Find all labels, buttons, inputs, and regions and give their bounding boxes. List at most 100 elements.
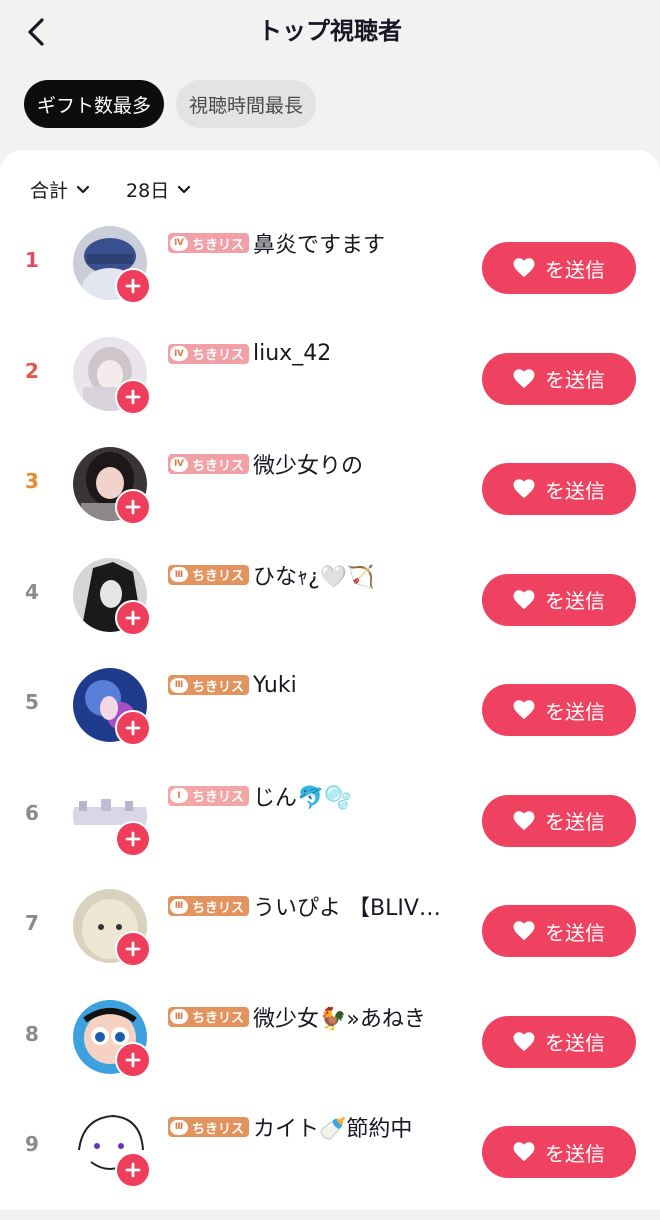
- viewer-name-line: Ⅲ ちきリス カイト🍼節約中: [168, 1112, 478, 1142]
- list-item: 3 Ⅳ ちきリス 微少女りの を送信: [0, 447, 660, 557]
- range-filter-label: 28日: [126, 180, 170, 202]
- plus-icon: [125, 1162, 141, 1178]
- send-heart-button[interactable]: を送信: [482, 573, 636, 626]
- tab-most-gifts[interactable]: ギフト数最多: [24, 80, 165, 128]
- viewer-username[interactable]: ひなｬ¿🤍🏹: [253, 560, 374, 590]
- viewer-name-line: Ⅳ ちきリス 微少女りの: [168, 449, 478, 479]
- plus-icon: [125, 610, 141, 625]
- badge-label: ちきリス: [192, 900, 245, 916]
- follow-button[interactable]: [115, 378, 151, 415]
- send-label: を送信: [545, 810, 605, 834]
- fan-level-badge: Ⅳ ちきリス: [168, 454, 250, 474]
- send-heart-button[interactable]: を送信: [482, 352, 636, 405]
- heart-icon: [513, 921, 535, 941]
- page-title: トップ視聴者: [258, 17, 402, 45]
- viewer-name-line: Ⅲ ちきリス 微少女🐓»あねき: [168, 1002, 478, 1032]
- send-label: を送信: [545, 257, 605, 282]
- send-label: を送信: [545, 1141, 605, 1166]
- heart-icon: [513, 258, 535, 278]
- heart-icon: [513, 810, 535, 830]
- heart-icon: [513, 368, 535, 388]
- rank-number: 3: [25, 469, 39, 493]
- heart-icon: [513, 1142, 535, 1162]
- avatar-container: [73, 778, 151, 857]
- plus-icon: [125, 1052, 141, 1067]
- header: トップ視聴者: [0, 0, 660, 66]
- plus-icon: [125, 831, 141, 846]
- list-item: 8 Ⅲ ちきリス 微少女🐓»あねき を送信: [0, 999, 660, 1110]
- range-filter-dropdown[interactable]: 28日: [126, 176, 191, 203]
- list-item: 7 Ⅲ ちきリス ういぴよ 【BLIV… を送信: [0, 889, 660, 999]
- list-item: 6 Ⅰ ちきリス じん🐬🫧 を送信: [0, 778, 660, 889]
- viewer-name-line: Ⅰ ちきリス じん🐬🫧: [168, 781, 478, 811]
- viewer-username[interactable]: liux_42: [253, 341, 331, 366]
- fan-level-badge: Ⅰ ちきリス: [168, 785, 250, 806]
- viewer-name-line: Ⅳ ちきリス 鼻炎ですます: [168, 228, 478, 258]
- viewer-username[interactable]: じん🐬🫧: [253, 781, 352, 811]
- fan-level-badge: Ⅳ ちきリス: [168, 233, 250, 253]
- plus-icon: [125, 389, 141, 404]
- follow-button[interactable]: [115, 710, 151, 746]
- follow-button[interactable]: [115, 1041, 151, 1078]
- rank-number: 2: [25, 358, 39, 383]
- follow-button[interactable]: [115, 820, 151, 857]
- heart-icon: [513, 1031, 535, 1051]
- list-item: 2 Ⅳ ちきリス liux_42 を送信: [0, 336, 660, 447]
- send-label: を送信: [545, 478, 605, 503]
- send-label: を送信: [545, 368, 605, 392]
- viewer-name-line: Ⅲ ちきリス ういぴよ 【BLIV…: [168, 891, 478, 921]
- badge-label: ちきリス: [192, 1011, 245, 1026]
- chevron-down-icon: [76, 185, 90, 193]
- badge-level-icon: Ⅲ: [170, 677, 188, 693]
- plus-icon: [125, 941, 141, 957]
- send-heart-button[interactable]: を送信: [482, 1126, 636, 1178]
- badge-label: ちきリス: [192, 458, 245, 474]
- send-heart-button[interactable]: を送信: [482, 905, 636, 957]
- viewer-name-line: Ⅲ ちきリス Yuki: [168, 670, 478, 700]
- fan-level-badge: Ⅲ ちきリス: [168, 1006, 250, 1027]
- follow-button[interactable]: [115, 1152, 151, 1188]
- avatar-container: [73, 889, 151, 967]
- follow-button[interactable]: [115, 489, 151, 525]
- chevron-down-icon: [178, 185, 191, 193]
- fan-level-badge: Ⅲ ちきリス: [168, 675, 250, 695]
- badge-label: ちきリス: [192, 790, 245, 805]
- send-label: を送信: [545, 920, 605, 945]
- viewer-username[interactable]: Yuki: [253, 673, 297, 698]
- rank-number: 1: [25, 248, 39, 272]
- avatar-container: [73, 557, 151, 636]
- fan-level-badge: Ⅲ ちきリス: [168, 564, 250, 585]
- heart-icon: [513, 479, 535, 499]
- viewer-username[interactable]: カイト🍼節約中: [253, 1112, 412, 1142]
- viewer-name-line: Ⅳ ちきリス liux_42: [168, 339, 478, 369]
- send-heart-button[interactable]: を送信: [482, 794, 636, 847]
- viewer-username[interactable]: 微少女🐓»あねき: [253, 1002, 426, 1032]
- send-label: を送信: [545, 699, 605, 724]
- period-filter-dropdown[interactable]: 合計: [30, 176, 90, 203]
- send-heart-button[interactable]: を送信: [482, 1015, 636, 1068]
- avatar-container: [73, 1110, 151, 1188]
- badge-level-icon: Ⅲ: [170, 567, 188, 582]
- send-heart-button[interactable]: を送信: [482, 684, 636, 736]
- list-item: 4 Ⅲ ちきリス ひなｬ¿🤍🏹 を送信: [0, 557, 660, 668]
- follow-button[interactable]: [115, 931, 151, 967]
- fan-level-badge: Ⅲ ちきリス: [168, 1117, 250, 1137]
- rank-number: 6: [25, 800, 39, 825]
- send-label: を送信: [545, 1031, 605, 1055]
- viewer-username[interactable]: ういぴよ 【BLIV…: [253, 891, 441, 921]
- follow-button[interactable]: [115, 599, 151, 636]
- badge-level-icon: Ⅳ: [170, 456, 188, 472]
- viewer-username[interactable]: 鼻炎ですます: [253, 228, 385, 258]
- rank-number: 7: [25, 911, 39, 935]
- tab-bar: ギフト数最多 視聴時間最長: [24, 80, 317, 128]
- tab-longest-watch[interactable]: 視聴時間最長: [176, 80, 317, 128]
- badge-level-icon: Ⅰ: [170, 788, 188, 803]
- send-heart-button[interactable]: を送信: [482, 463, 636, 515]
- fan-level-badge: Ⅳ ちきリス: [168, 343, 250, 364]
- list-item: 1 Ⅳ ちきリス 鼻炎ですます を送信: [0, 226, 660, 336]
- badge-level-icon: Ⅳ: [170, 346, 188, 361]
- viewer-username[interactable]: 微少女りの: [253, 449, 363, 479]
- list-item: 5 Ⅲ ちきリス Yuki を送信: [0, 668, 660, 778]
- send-heart-button[interactable]: を送信: [482, 242, 636, 294]
- follow-button[interactable]: [115, 268, 151, 304]
